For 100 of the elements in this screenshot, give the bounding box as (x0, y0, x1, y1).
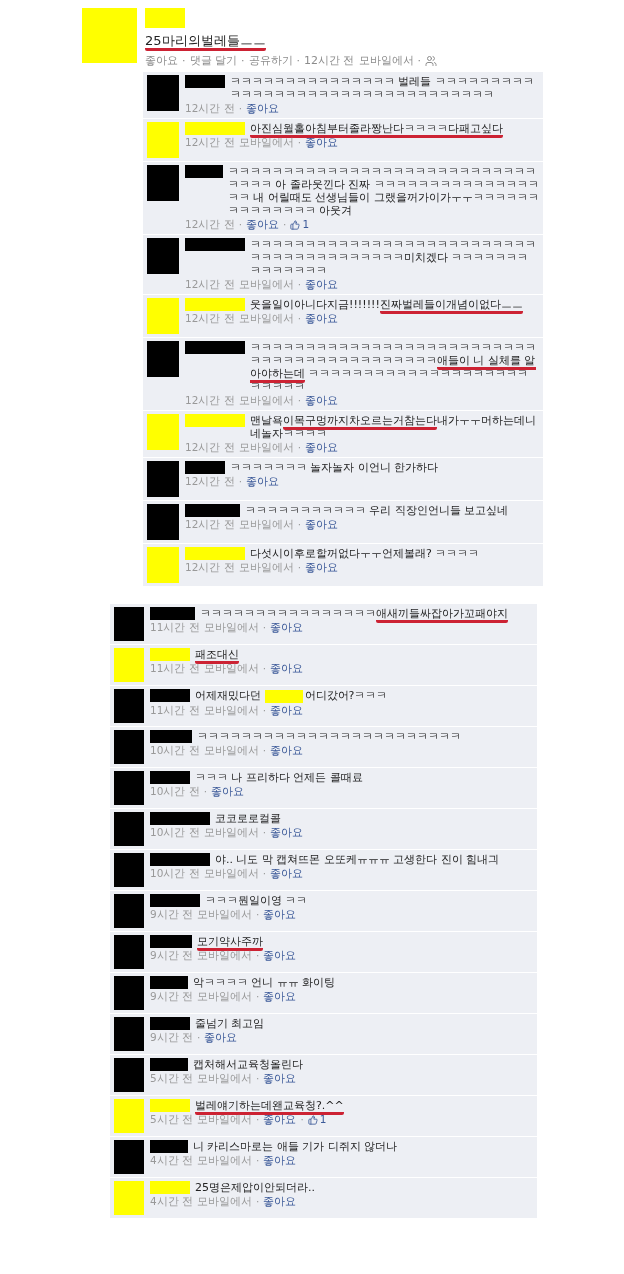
comment-text: ㅋㅋㅋ뭔일이영 ㅋㅋ (205, 894, 309, 907)
separator-dot: · (297, 136, 302, 149)
like-link[interactable]: 좋아요 (263, 949, 297, 962)
like-link[interactable]: 좋아요 (270, 703, 304, 717)
like-link[interactable]: 좋아요 (270, 826, 304, 839)
timestamp: 12시간 전 (185, 394, 235, 407)
like-count: 1 (319, 1113, 327, 1126)
comment-text: 어제재밌다던 어디갔어?ㅋㅋㅋ (195, 689, 389, 703)
redacted-name (150, 1181, 190, 1194)
separator-dot: · (262, 621, 267, 634)
comment-text: ㅋㅋㅋㅋㅋㅋㅋㅋㅋㅋㅋ 우리 직장인언니들 보고싶네 (245, 504, 510, 517)
thumbs-up-icon (290, 219, 301, 230)
comment-text: ㅋㅋㅋㅋㅋㅋㅋ 놀자놀자 이언니 한가하다 (230, 461, 440, 474)
timestamp: 12시간 전 (185, 441, 235, 454)
like-link[interactable]: 좋아요 (270, 867, 304, 880)
separator-dot: · (256, 1072, 260, 1085)
separator-dot: · (262, 826, 267, 839)
like-link[interactable]: 좋아요 (270, 662, 304, 675)
separator-dot: · (256, 949, 260, 962)
comment-text: ㅋㅋㅋ 나 프리하다 언제든 콜때료 (195, 771, 364, 784)
separator-dot: · (256, 1113, 260, 1126)
separator-dot: · (297, 518, 302, 531)
redacted-name (150, 1099, 190, 1112)
comment-text: ㅋㅋㅋㅋㅋㅋㅋㅋㅋㅋㅋㅋㅋㅋㅋㅋㅋㅋㅋㅋㅋㅋㅋㅋㅋㅋㅋㅋㅋㅋㅋㅋㅋㅋㅋㅋㅋㅋㅋㅋ미치겠다 ㅋㅋㅋㅋㅋㅋㅋㅋㅋㅋㅋㅋㅋㅋ (250, 238, 537, 277)
timestamp: 12시간 전 (304, 53, 355, 68)
comment-text: ㅋㅋㅋㅋㅋㅋㅋㅋㅋㅋㅋㅋㅋㅋㅋㅋ애새끼들싸잡아가꼬패야지 (200, 607, 533, 620)
source-text: 모바일에서 (197, 990, 253, 1003)
separator-dot: · (297, 278, 302, 291)
action-link[interactable]: 공유하기 (248, 53, 293, 68)
like-link[interactable]: 좋아요 (305, 278, 339, 291)
redacted-name (185, 122, 245, 135)
like-link[interactable]: 좋아요 (246, 102, 280, 115)
like-link[interactable]: 좋아요 (263, 1195, 297, 1208)
source-text: 모바일에서 (197, 1113, 253, 1126)
like-link[interactable]: 좋아요 (246, 218, 280, 231)
like-link[interactable]: 좋아요 (305, 518, 339, 531)
like-link[interactable]: 좋아요 (263, 1113, 297, 1126)
redacted-name (150, 730, 192, 743)
like-link[interactable]: 좋아요 (263, 908, 297, 921)
redacted-name (150, 935, 192, 948)
timestamp: 12시간 전 (185, 518, 235, 531)
like-link[interactable]: 좋아요 (263, 1154, 297, 1167)
timestamp: 11시간 전 (150, 703, 200, 717)
like-count: 1 (302, 218, 310, 231)
redacted-name (185, 504, 240, 517)
source-text: 모바일에서 (197, 908, 253, 921)
comment-text: 벌레얘기하는데왠교육청?.^^ (195, 1099, 533, 1112)
action-link[interactable]: 댓글 달기 (189, 53, 237, 68)
like-link[interactable]: 좋아요 (305, 312, 339, 325)
source-text: 모바일에서 (203, 662, 259, 675)
redacted-name (185, 341, 245, 354)
separator-dot: · (256, 908, 260, 921)
comment-text: ㅋㅋㅋㅋㅋㅋㅋㅋㅋㅋㅋㅋㅋㅋㅋㅋㅋㅋㅋㅋㅋㅋㅋㅋ (197, 730, 462, 743)
timestamp: 12시간 전 (185, 561, 235, 574)
redacted-name (150, 771, 190, 784)
timestamp: 9시간 전 (150, 949, 194, 962)
like-link[interactable]: 좋아요 (305, 561, 339, 574)
redacted-name (185, 414, 245, 427)
source-text: 모바일에서 (238, 561, 294, 574)
action-link[interactable]: 좋아요 (145, 53, 178, 68)
timestamp: 12시간 전 (185, 102, 235, 115)
like-link[interactable]: 좋아요 (305, 441, 339, 454)
redacted-name (150, 853, 210, 866)
comment-text: 코코로로컬콜 (215, 812, 282, 825)
like-link[interactable]: 좋아요 (211, 785, 245, 798)
like-link[interactable]: 좋아요 (263, 990, 297, 1003)
comment-text: 모기약사주까 (197, 935, 533, 948)
comment-text: ㅋㅋㅋㅋㅋㅋㅋㅋㅋㅋㅋㅋㅋㅋㅋ 벌레들 ㅋㅋㅋㅋㅋㅋㅋㅋㅋㅋㅋㅋㅋㅋㅋㅋㅋㅋㅋㅋㅋㅋㅋㅋㅋㅋㅋㅋㅋㅋㅋㅋㅋ (230, 75, 535, 101)
comment-text: 맨날욕이목구멍까지차오르는거참는다내가ㅜㅜ머하는데니네놀자ㅋㅋㅋㅋ (250, 414, 537, 440)
like-link[interactable]: 좋아요 (263, 1072, 297, 1085)
comment-text: 캡처해서교육청올린다 (193, 1058, 304, 1071)
timestamp: 12시간 전 (185, 312, 235, 325)
separator-dot: · (241, 54, 245, 67)
source-text: 모바일에서 (238, 394, 294, 407)
like-link[interactable]: 좋아요 (270, 744, 304, 757)
timestamp: 11시간 전 (150, 621, 200, 634)
source-text: 모바일에서 (197, 1154, 253, 1167)
like-link[interactable]: 좋아요 (270, 621, 304, 634)
timestamp: 10시간 전 (150, 744, 200, 757)
separator-dot: · (297, 561, 302, 574)
separator-dot: · (300, 1113, 304, 1126)
separator-dot: · (262, 703, 267, 717)
comment-text: 다섯시이후로할꺼없다ㅜㅜ언제볼래? ㅋㅋㅋㅋ (250, 547, 481, 560)
source-text: 모바일에서 (203, 826, 259, 839)
comment-text: 야.. 니도 막 캡쳐뜨몬 오또케ㅠㅠㅠ 고생한다 진이 힘내긔 (215, 853, 501, 866)
separator-dot: · (297, 394, 302, 407)
like-link[interactable]: 좋아요 (246, 475, 280, 488)
comment-text: 줄넘기 최고임 (195, 1017, 266, 1030)
source-text: 모바일에서 (238, 518, 294, 531)
source-text: 모바일에서 (358, 53, 414, 68)
source-text: 모바일에서 (203, 621, 259, 634)
timestamp: 12시간 전 (185, 475, 235, 488)
like-link[interactable]: 좋아요 (305, 136, 339, 149)
redacted-name (150, 607, 195, 620)
source-text: 모바일에서 (238, 136, 294, 149)
redacted-name (185, 75, 225, 88)
source-text: 모바일에서 (238, 312, 294, 325)
like-link[interactable]: 좋아요 (204, 1031, 238, 1044)
like-link[interactable]: 좋아요 (305, 394, 339, 407)
timestamp: 5시간 전 (150, 1072, 194, 1085)
